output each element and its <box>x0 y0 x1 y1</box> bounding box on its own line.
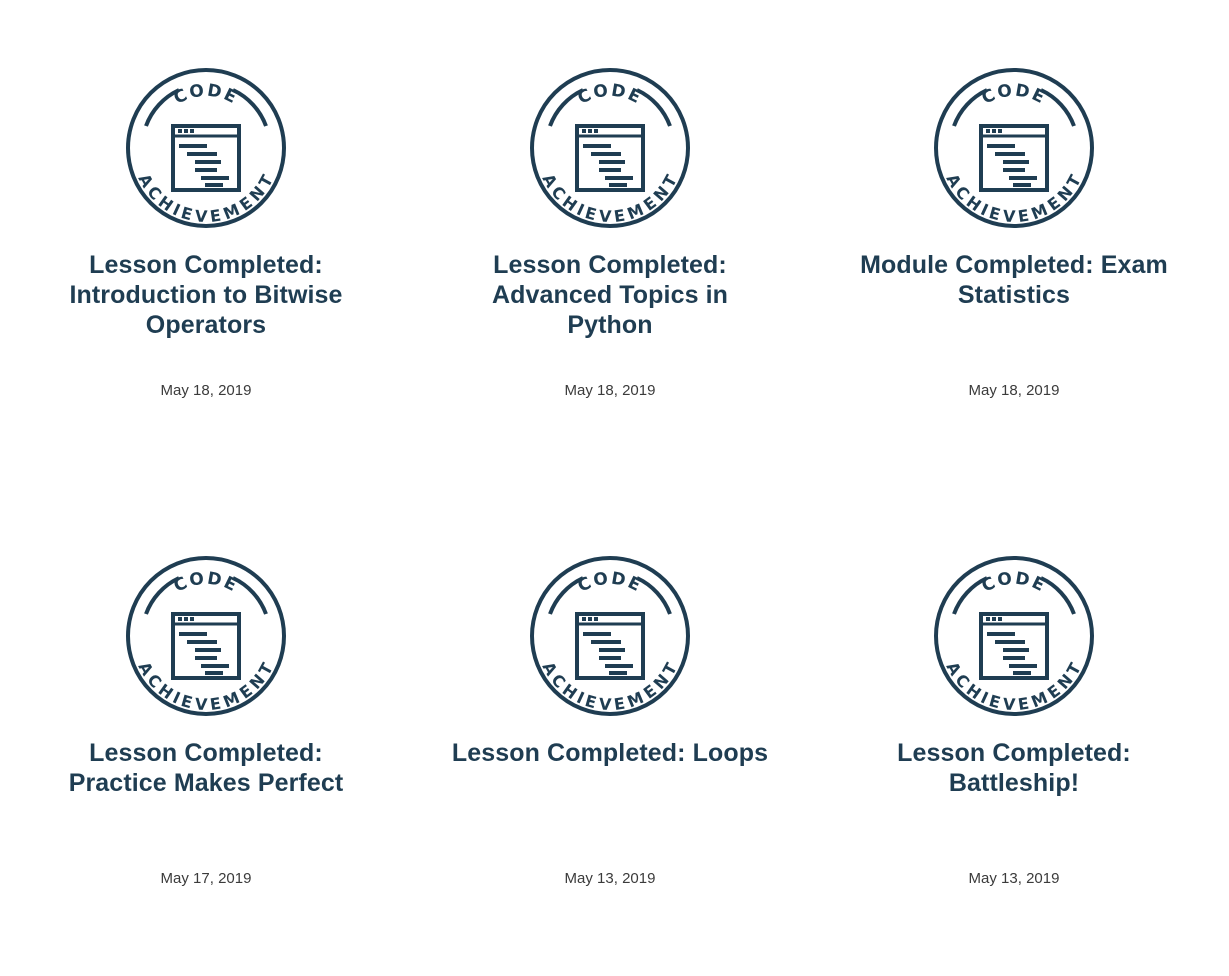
code-achievement-badge-icon: CODE ACHIEVEMENT <box>528 66 692 230</box>
code-achievement-badge-icon: CODE ACHIEVEMENT <box>528 554 692 718</box>
achievement-card[interactable]: CODE ACHIEVEMENT Module Completed: Exam … <box>812 0 1216 488</box>
code-achievement-badge-icon: CODE ACHIEVEMENT <box>124 66 288 230</box>
svg-text:CODE: CODE <box>171 569 242 597</box>
svg-text:CODE: CODE <box>979 569 1050 597</box>
achievements-grid: CODE ACHIEVEMENT Lesson Completed: Intro… <box>4 0 1216 921</box>
badge-top-text: CODE <box>979 569 1048 597</box>
code-achievement-badge-icon: CODE ACHIEVEMENT <box>932 66 1096 230</box>
achievement-card[interactable]: CODE ACHIEVEMENT Lesson Completed: Loops… <box>408 488 812 976</box>
badge-top-text: CODE <box>171 81 240 109</box>
achievement-card[interactable]: CODE ACHIEVEMENT Lesson Completed: Battl… <box>812 488 1216 976</box>
achievement-title: Lesson Completed: Loops <box>451 739 769 767</box>
badge-top-text: CODE <box>979 81 1048 109</box>
svg-text:CODE: CODE <box>171 81 242 109</box>
svg-text:CODE: CODE <box>979 81 1050 109</box>
achievement-date: May 18, 2019 <box>968 382 1060 399</box>
badge-top-text: CODE <box>575 569 644 597</box>
achievement-title: Lesson Completed: Battleship! <box>897 739 1131 797</box>
svg-text:CODE: CODE <box>575 81 646 109</box>
achievement-date: May 13, 2019 <box>968 870 1060 887</box>
svg-text:CODE: CODE <box>575 569 646 597</box>
achievement-title: Lesson Completed: Introduction to Bitwis… <box>69 251 343 339</box>
achievement-date: May 17, 2019 <box>160 870 252 887</box>
badge-top-text: CODE <box>575 81 644 109</box>
badge-top-text: CODE <box>171 569 240 597</box>
achievement-card[interactable]: CODE ACHIEVEMENT Lesson Completed: Intro… <box>4 0 408 488</box>
achievement-card[interactable]: CODE ACHIEVEMENT Lesson Completed: Pract… <box>4 488 408 976</box>
code-achievement-badge-icon: CODE ACHIEVEMENT <box>932 554 1096 718</box>
achievement-title: Lesson Completed: Advanced Topics in Pyt… <box>491 251 729 339</box>
code-achievement-badge-icon: CODE ACHIEVEMENT <box>124 554 288 718</box>
achievement-date: May 18, 2019 <box>160 382 252 399</box>
achievement-date: May 13, 2019 <box>564 870 656 887</box>
achievement-title: Module Completed: Exam Statistics <box>860 251 1168 309</box>
achievement-date: May 18, 2019 <box>564 382 656 399</box>
achievement-card[interactable]: CODE ACHIEVEMENT Lesson Completed: Advan… <box>408 0 812 488</box>
achievement-title: Lesson Completed: Practice Makes Perfect <box>68 739 344 797</box>
